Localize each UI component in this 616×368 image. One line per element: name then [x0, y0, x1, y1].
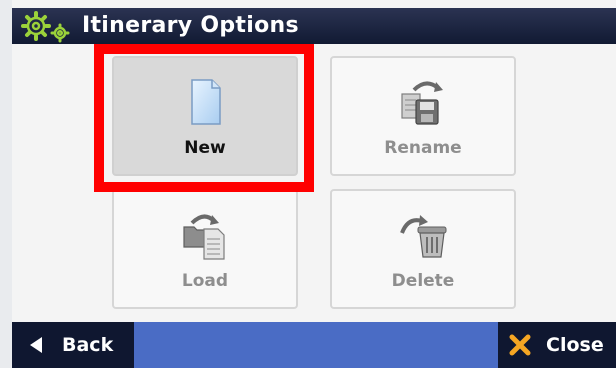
delete-label: Delete — [391, 271, 455, 291]
header-bar: Itinerary Options — [12, 8, 616, 44]
back-button[interactable]: Back — [12, 322, 134, 368]
delete-button[interactable]: Delete — [330, 189, 516, 309]
close-button[interactable]: Close — [498, 322, 616, 368]
load-button[interactable]: Load — [112, 189, 298, 309]
new-document-icon — [191, 79, 221, 125]
rename-button[interactable]: Rename — [330, 56, 516, 176]
gears-icon — [21, 11, 70, 43]
new-label: New — [184, 138, 226, 158]
back-label: Back — [62, 334, 114, 356]
itinerary-options-window: Itinerary Options New Rename Load Delete… — [12, 0, 616, 368]
rename-icon — [401, 81, 443, 125]
close-label: Close — [546, 334, 604, 356]
load-label: Load — [181, 271, 229, 291]
options-grid: New Rename Load Delete — [12, 44, 616, 320]
trash-icon — [400, 215, 447, 258]
footer-bar: Back Close — [12, 322, 616, 368]
load-icon — [183, 214, 225, 260]
new-button[interactable]: New — [112, 56, 298, 176]
close-icon — [509, 334, 531, 356]
window-title: Itinerary Options — [82, 13, 299, 38]
rename-label: Rename — [384, 138, 462, 158]
back-arrow-icon — [30, 337, 42, 353]
